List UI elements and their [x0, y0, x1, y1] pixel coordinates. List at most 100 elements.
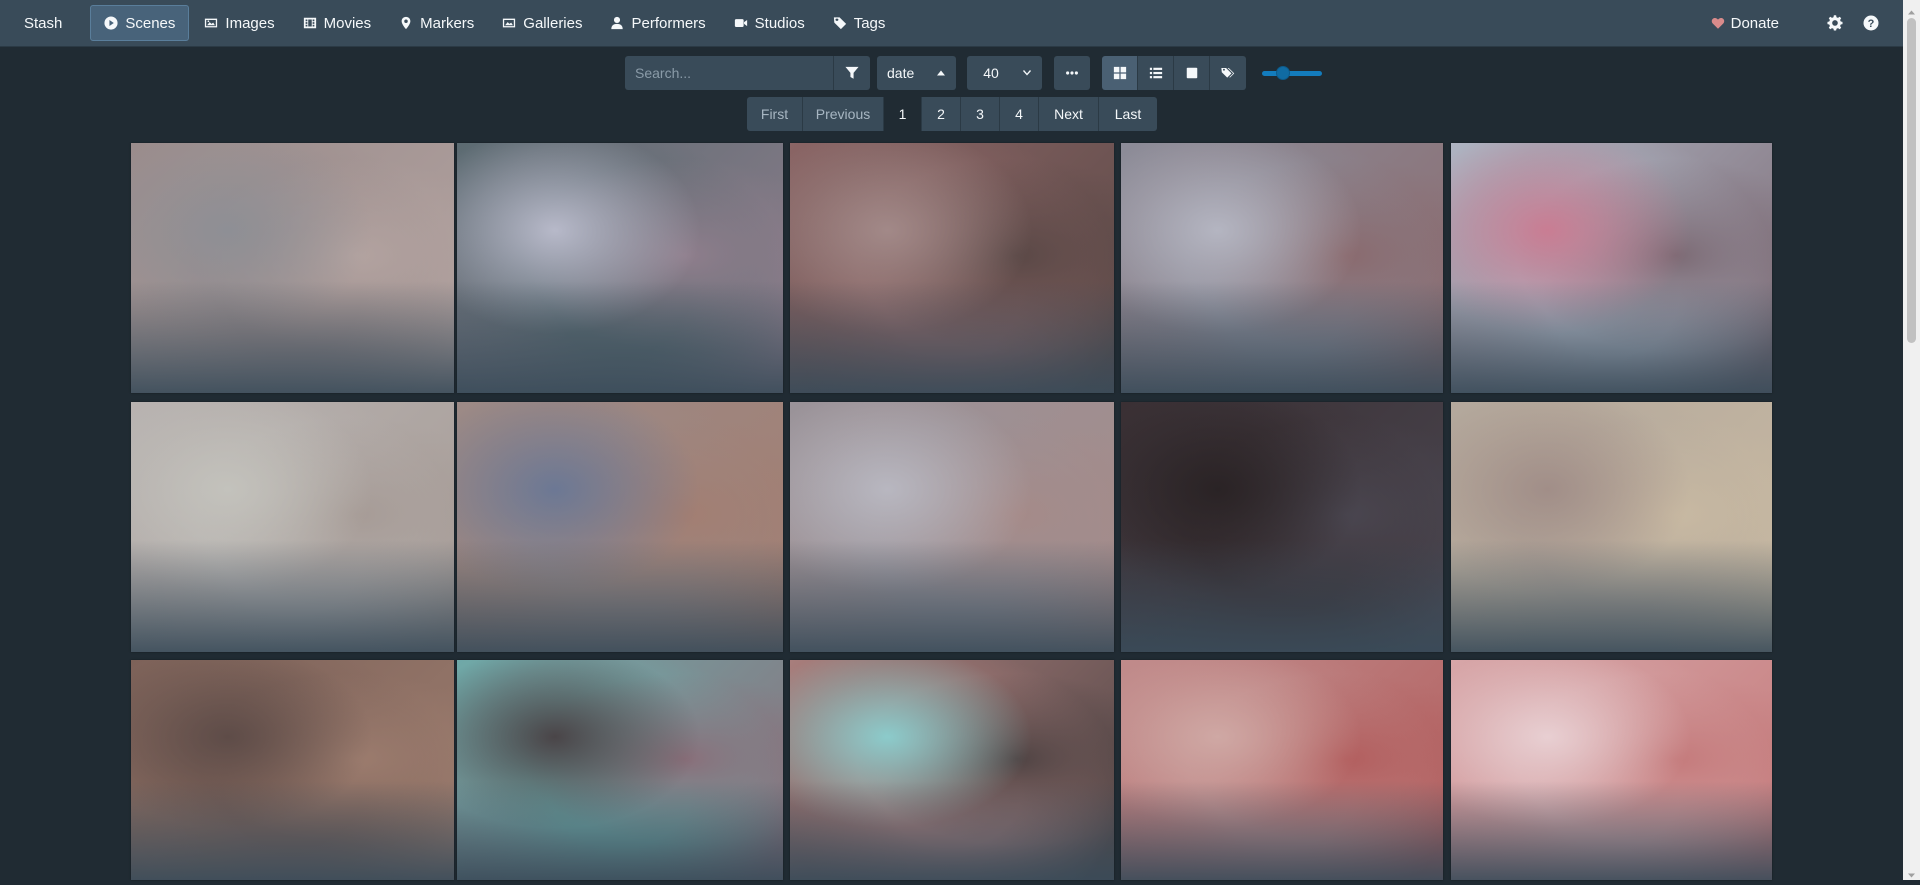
- gear-icon[interactable]: [1827, 15, 1843, 31]
- nav-performers[interactable]: Performers: [597, 5, 718, 41]
- scene-card[interactable]: [1121, 660, 1443, 880]
- page-button-4[interactable]: 4: [1000, 97, 1039, 131]
- zoom-slider-handle[interactable]: [1276, 66, 1291, 80]
- play-circle-icon: [104, 16, 118, 30]
- nav-performers-label: Performers: [631, 14, 706, 32]
- scene-card-footer: [1121, 280, 1443, 393]
- nav-studios[interactable]: Studios: [721, 5, 818, 41]
- scene-card[interactable]: [457, 143, 783, 393]
- heart-icon: [1711, 17, 1724, 29]
- pagination: First Previous 1 2 3 4 Next Last: [747, 97, 1157, 131]
- nav-markers[interactable]: Markers: [386, 5, 487, 41]
- nav-markers-label: Markers: [420, 14, 475, 32]
- scene-card-footer: [1451, 280, 1772, 393]
- donate-button[interactable]: Donate: [1711, 15, 1779, 32]
- scene-card[interactable]: [457, 402, 783, 652]
- filter-button[interactable]: [833, 56, 870, 90]
- brand-link[interactable]: Stash: [24, 15, 62, 32]
- ellipsis-icon: [1066, 71, 1079, 75]
- page-next-button[interactable]: Next: [1039, 97, 1099, 131]
- scene-card[interactable]: [1121, 143, 1443, 393]
- nav-images[interactable]: Images: [191, 5, 287, 41]
- map-marker-icon: [401, 16, 411, 30]
- wall-view-button[interactable]: [1174, 56, 1211, 90]
- page-last-button[interactable]: Last: [1099, 97, 1157, 131]
- scene-card[interactable]: [1451, 660, 1772, 880]
- list-icon: [1149, 67, 1162, 79]
- page-scrollbar[interactable]: [1903, 0, 1920, 880]
- scene-card-footer: [457, 781, 783, 880]
- page-first-button[interactable]: First: [747, 97, 803, 131]
- film-icon: [303, 17, 316, 29]
- per-page-value: 40: [983, 65, 999, 81]
- nav-scenes-label: Scenes: [125, 14, 176, 32]
- chevron-down-icon: [1023, 70, 1032, 76]
- zoom-slider[interactable]: [1262, 56, 1323, 90]
- nav-tags-label: Tags: [853, 14, 886, 32]
- search-input[interactable]: [625, 64, 797, 82]
- nav-galleries-label: Galleries: [523, 14, 583, 32]
- scrollbar-thumb[interactable]: [1907, 18, 1916, 343]
- scroll-down-arrow[interactable]: [1907, 867, 1916, 878]
- tag-icon: [833, 17, 846, 30]
- more-options-button[interactable]: [1054, 56, 1091, 90]
- scene-card[interactable]: [457, 660, 783, 880]
- scene-card-footer: [1121, 781, 1443, 880]
- grid-view-button[interactable]: [1102, 56, 1139, 90]
- nav-studios-label: Studios: [754, 14, 805, 32]
- sort-control: date: [877, 56, 957, 90]
- scene-card-footer: [457, 280, 783, 393]
- square-icon: [1186, 67, 1197, 79]
- sort-by-dropdown[interactable]: date: [877, 56, 927, 90]
- scene-card-footer: [790, 781, 1114, 880]
- scene-card-footer: [1121, 539, 1443, 652]
- filter-icon: [845, 66, 859, 79]
- scene-card-footer: [1451, 781, 1772, 880]
- scene-card[interactable]: [131, 143, 454, 393]
- nav-scenes[interactable]: Scenes: [90, 5, 190, 41]
- scene-card[interactable]: [790, 660, 1114, 880]
- sort-direction-button[interactable]: [926, 56, 957, 90]
- zoom-slider-track: [1262, 71, 1323, 76]
- scene-card[interactable]: [790, 402, 1114, 652]
- scroll-up-arrow[interactable]: [1907, 4, 1916, 15]
- tagger-view-button[interactable]: [1210, 56, 1247, 90]
- nav-movies-label: Movies: [323, 14, 372, 32]
- scene-card-footer: [131, 539, 454, 652]
- page-button-2[interactable]: 2: [922, 97, 961, 131]
- top-navbar: Stash Scenes Images Movies Markers Galle…: [0, 0, 1903, 47]
- images-icon: [503, 18, 516, 28]
- search-box: [625, 56, 833, 90]
- caret-up-icon: [937, 70, 946, 76]
- per-page-select[interactable]: 40: [967, 56, 1043, 90]
- scene-card[interactable]: [790, 143, 1114, 393]
- scene-card[interactable]: [131, 660, 454, 880]
- nav-right-group: Donate ?: [1711, 15, 1879, 32]
- scene-card-footer: [131, 280, 454, 393]
- nav-galleries[interactable]: Galleries: [489, 5, 595, 41]
- grid-icon: [1113, 66, 1126, 80]
- page-button-3[interactable]: 3: [961, 97, 1000, 131]
- image-icon: [205, 18, 218, 28]
- svg-text:?: ?: [1868, 18, 1875, 30]
- list-view-button[interactable]: [1138, 56, 1175, 90]
- scene-card[interactable]: [131, 402, 454, 652]
- page-button-1[interactable]: 1: [884, 97, 922, 131]
- scroll-up-icon: [1908, 10, 1915, 15]
- help-icon[interactable]: ?: [1863, 15, 1879, 31]
- scene-card[interactable]: [1451, 402, 1772, 652]
- nav-movies[interactable]: Movies: [290, 5, 385, 41]
- nav-tags[interactable]: Tags: [820, 5, 899, 41]
- scene-card-footer: [131, 781, 454, 880]
- tags-icon: [1221, 67, 1235, 78]
- donate-label: Donate: [1730, 14, 1779, 32]
- display-mode-group: [1102, 56, 1247, 90]
- scene-card-footer: [790, 280, 1114, 393]
- scene-card-footer: [1451, 539, 1772, 652]
- scene-card-footer: [790, 539, 1114, 652]
- page-previous-button[interactable]: Previous: [803, 97, 884, 131]
- scene-card[interactable]: [1451, 143, 1772, 393]
- scene-card[interactable]: [1121, 402, 1443, 652]
- scroll-down-icon: [1908, 873, 1915, 878]
- scene-card-footer: [457, 539, 783, 652]
